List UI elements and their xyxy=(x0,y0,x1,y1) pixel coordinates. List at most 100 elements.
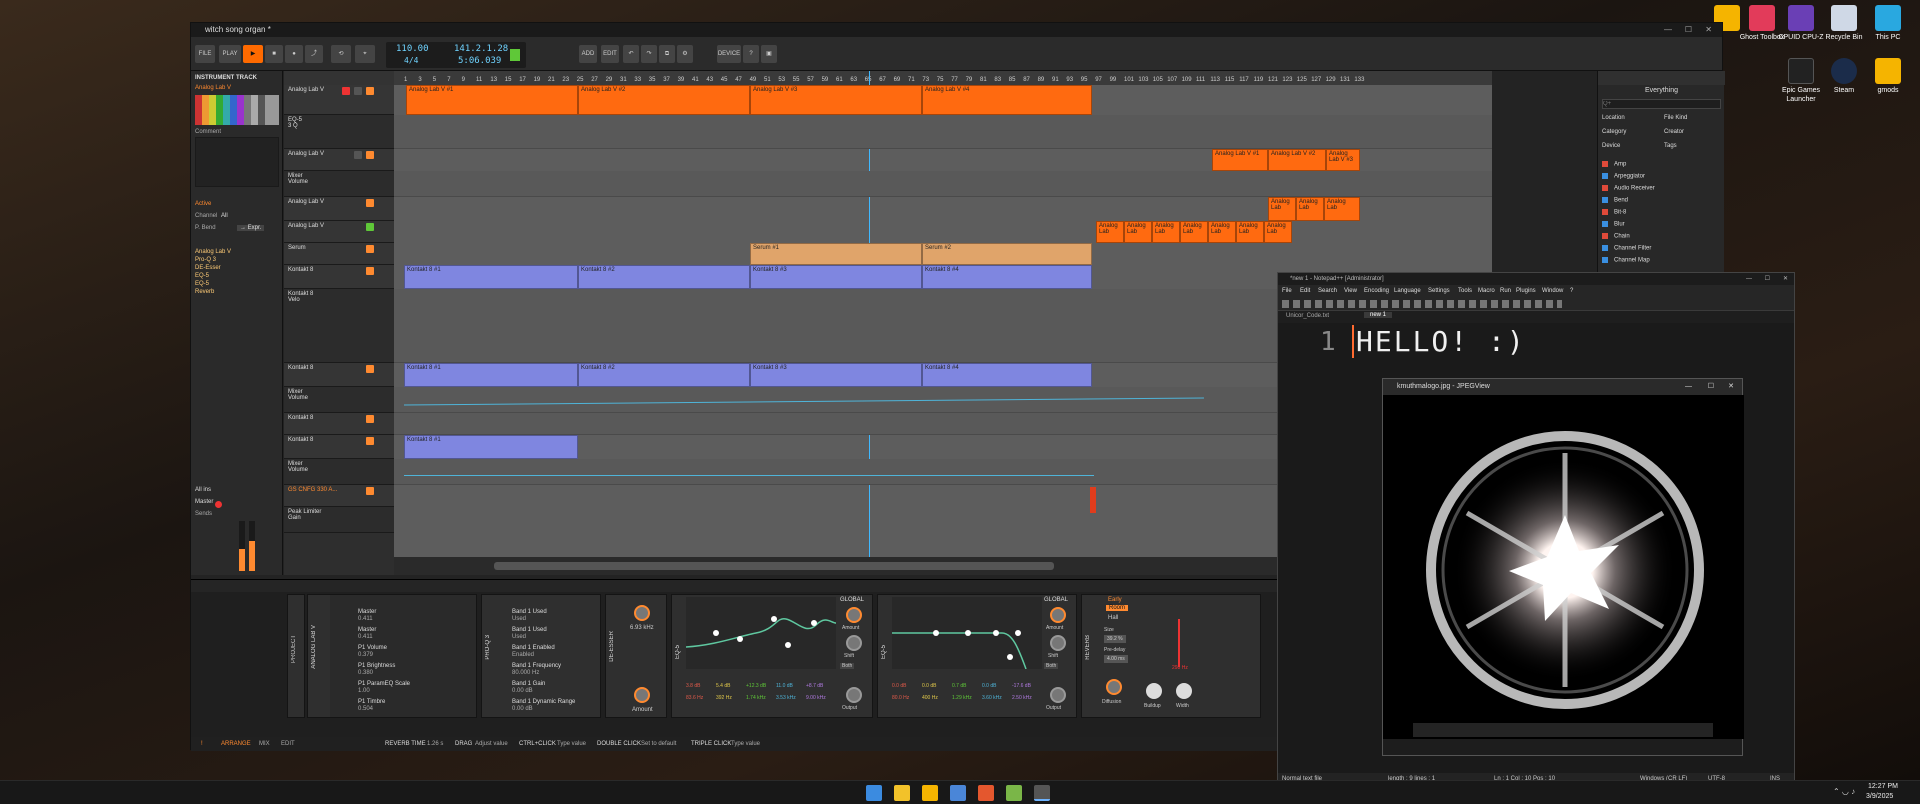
track-header[interactable]: Analog Lab V xyxy=(284,221,394,243)
eq-curve-graph[interactable] xyxy=(686,597,836,669)
browser-item[interactable]: Bend xyxy=(1602,197,1628,204)
bitwig-taskbar-icon[interactable] xyxy=(978,785,994,801)
band-gain[interactable]: 11.0 dB xyxy=(776,683,793,689)
param-value[interactable]: 80.000 Hz xyxy=(512,670,539,676)
close-icon[interactable]: ✕ xyxy=(1783,273,1788,285)
copy-icon[interactable]: ⧉ xyxy=(659,45,675,63)
clip[interactable]: Serum #1 xyxy=(750,243,922,265)
param-value[interactable]: 1.00 xyxy=(358,688,370,694)
menu-view[interactable]: View xyxy=(1344,285,1357,297)
eq5-device[interactable]: EQ-5 GLOBAL Amount Shift Both Output 0.0… xyxy=(877,594,1077,718)
clip[interactable]: Kontakt 8 #2 xyxy=(578,265,750,289)
mute-icon[interactable] xyxy=(366,267,374,275)
record-arm-icon[interactable] xyxy=(342,87,350,95)
filter-tags[interactable]: Tags xyxy=(1664,143,1677,149)
band-freq[interactable]: 3.53 kHz xyxy=(776,695,796,701)
band-gain[interactable]: -17.6 dB xyxy=(1012,683,1031,689)
menu-search[interactable]: Search xyxy=(1318,285,1337,297)
clock-date[interactable]: 3/9/2025 xyxy=(1866,793,1893,800)
this-pc-icon[interactable]: This PC xyxy=(1865,5,1911,42)
help-icon[interactable]: ? xyxy=(743,45,759,63)
diffusion-knob[interactable] xyxy=(1106,679,1122,695)
add-button[interactable]: ADD xyxy=(579,45,597,63)
cpu-z-icon[interactable]: CPUID CPU-Z xyxy=(1778,5,1824,42)
room-button[interactable]: Room xyxy=(1106,605,1129,611)
automation-lane-header[interactable]: Mixer Volume xyxy=(284,171,394,197)
hall-button[interactable]: Hall xyxy=(1108,615,1118,621)
band-freq[interactable]: 392 Hz xyxy=(716,695,732,701)
band-freq[interactable]: 80.0 Hz xyxy=(892,695,909,701)
active-toggle[interactable]: Active xyxy=(195,201,211,207)
clip[interactable]: Kontakt 8 #3 xyxy=(750,363,922,387)
band-gain[interactable]: 3.8 dB xyxy=(686,683,700,689)
tempo-display[interactable]: 110.00 xyxy=(396,44,429,54)
minimize-icon[interactable]: — xyxy=(1746,273,1752,285)
clip[interactable]: Analog Lab V #2 xyxy=(578,85,750,115)
close-icon[interactable]: ✕ xyxy=(1705,23,1712,37)
loop-icon[interactable]: ⟲ xyxy=(331,45,351,63)
band-freq[interactable]: 1.74 kHz xyxy=(746,695,766,701)
automation-icon[interactable]: ⤴ xyxy=(305,45,323,63)
frequency-value[interactable]: 298 Hz xyxy=(1172,665,1188,671)
amount-knob[interactable] xyxy=(846,607,862,623)
device-item[interactable]: DE-Esser xyxy=(195,265,221,271)
info-icon[interactable]: ! xyxy=(201,737,203,751)
edit-button[interactable]: EDIT xyxy=(601,45,619,63)
band-freq[interactable]: 9.00 kHz xyxy=(806,695,826,701)
predelay-value[interactable]: 4.00 ms xyxy=(1104,655,1128,663)
clip[interactable]: Kontakt 8 #1 xyxy=(404,363,578,387)
maximize-icon[interactable]: ☐ xyxy=(1765,273,1770,285)
both-button[interactable]: Both xyxy=(1044,663,1059,669)
track-header[interactable]: Analog Lab V xyxy=(284,85,394,115)
expression-button[interactable]: → Expr. xyxy=(237,225,265,231)
epic-games-icon[interactable]: Epic Games Launcher xyxy=(1778,58,1824,104)
device-item[interactable]: EQ-5 xyxy=(195,281,209,287)
mute-icon[interactable] xyxy=(366,151,374,159)
track-header[interactable]: Serum xyxy=(284,243,394,265)
minimize-icon[interactable]: — xyxy=(1685,379,1692,395)
tab-new-1[interactable]: new 1 xyxy=(1364,312,1393,318)
param-value[interactable]: 0.411 xyxy=(358,634,373,640)
output-knob[interactable] xyxy=(846,687,862,703)
param-value[interactable]: 0.504 xyxy=(358,706,373,712)
inspector-track-name[interactable]: Analog Lab V xyxy=(195,85,231,91)
play-button[interactable]: ▶ xyxy=(243,45,263,63)
automation-curve[interactable] xyxy=(404,475,1094,476)
clip[interactable]: Analog Lab xyxy=(1236,221,1264,243)
play-menu-button[interactable]: PLAY xyxy=(219,45,241,63)
param-value[interactable]: 0.379 xyxy=(358,652,373,658)
browser-icon[interactable] xyxy=(950,785,966,801)
tray-icons[interactable]: ⌃ ◡ ♪ xyxy=(1833,787,1855,796)
jpegview-taskbar-icon[interactable] xyxy=(1034,785,1050,801)
clip[interactable]: Analog Lab V #1 xyxy=(1212,149,1268,171)
clip[interactable]: Analog Lab xyxy=(1124,221,1152,243)
track-header[interactable]: Kontakt 8 xyxy=(284,363,394,387)
automation-lane-header[interactable]: Peak Limiter Gain xyxy=(284,507,394,533)
frequency-knob[interactable] xyxy=(634,605,650,621)
filter-location[interactable]: Location xyxy=(1602,115,1625,121)
mute-icon[interactable] xyxy=(366,487,374,495)
param-value[interactable]: Used xyxy=(512,634,526,640)
param-value[interactable]: 0.00 dB xyxy=(512,688,533,694)
steam-icon[interactable]: Steam xyxy=(1821,58,1867,95)
notepad-editor[interactable]: 1 HELLO! :) xyxy=(1278,323,1794,359)
clip[interactable]: Analog Lab V #2 xyxy=(1268,149,1326,171)
frequency-marker[interactable] xyxy=(1178,619,1180,667)
band-freq[interactable]: 3.60 kHz xyxy=(982,695,1002,701)
redo-icon[interactable]: ↷ xyxy=(641,45,657,63)
app-icon[interactable] xyxy=(894,785,910,801)
menu-settings[interactable]: Settings xyxy=(1428,285,1450,297)
clip[interactable]: Analog Lab V #4 xyxy=(922,85,1092,115)
mute-icon[interactable] xyxy=(366,365,374,373)
menu-help[interactable]: ? xyxy=(1570,285,1573,297)
automation-lane-header[interactable]: EQ-5 3 Q xyxy=(284,115,394,149)
browser-item[interactable]: Arpeggiator xyxy=(1602,173,1645,180)
browser-item[interactable]: Audio Receiver xyxy=(1602,185,1655,192)
band-gain[interactable]: 0.7 dB xyxy=(952,683,966,689)
automation-lane-header[interactable]: Mixer Volume xyxy=(284,387,394,413)
viewer-image[interactable] xyxy=(1383,395,1744,739)
timeline-ruler[interactable]: 1 3 5 7 9 11 13 15 17 19 21 23 25 27 29 31 33 35 37 39 41 43 4… xyxy=(394,71,1492,85)
clip[interactable]: Kontakt 8 #3 xyxy=(750,265,922,289)
param-value[interactable]: 0.00 dB xyxy=(512,706,533,712)
stop-button[interactable]: ■ xyxy=(265,45,283,63)
